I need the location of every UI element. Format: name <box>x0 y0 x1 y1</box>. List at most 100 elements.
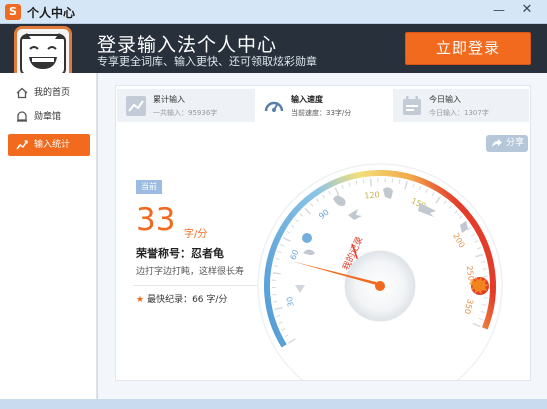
login-banner: 登录输入法个人中心 专享更全词库、输入更快、还可领取炫彩勋章 立即登录 <box>0 24 547 84</box>
home-icon <box>16 87 28 99</box>
gauge-tick-label: 250 <box>465 265 476 281</box>
gauge-tick <box>467 227 472 231</box>
close-button[interactable]: ✕ <box>513 0 541 21</box>
gauge-tick-label: 200 <box>451 232 466 250</box>
gauge-tick <box>341 184 344 189</box>
gauge-tick <box>273 301 278 303</box>
gauge-tick <box>404 181 408 190</box>
gauge-tick-label: 60 <box>289 249 301 262</box>
gauge-tick <box>283 237 291 243</box>
stat-detail: 当前速度：33字/分 <box>291 109 352 117</box>
sidebar-item-input-stats[interactable]: 输入统计 <box>8 134 90 156</box>
speed-value: 33 <box>136 202 176 238</box>
shark-icon <box>418 203 436 217</box>
speedometer-icon <box>264 101 284 112</box>
gauge-tick-label: 120 <box>364 190 380 200</box>
gauge-tick <box>362 179 365 184</box>
trend-chart-icon <box>126 96 146 116</box>
gauge-tick-label: 30 <box>285 296 296 308</box>
sidebar-item-label: 我的首页 <box>34 88 71 98</box>
bubble-icon <box>302 233 312 243</box>
gauge-tick <box>277 250 282 254</box>
star-icon: ★ <box>136 295 145 305</box>
gauge-tick <box>284 334 289 338</box>
gauge-tick <box>273 265 278 267</box>
minimize-button[interactable]: — <box>485 0 513 21</box>
gauge-tick <box>328 190 331 195</box>
sidebar-item-home[interactable]: 我的首页 <box>8 82 90 104</box>
sidebar-item-label: 勋章馆 <box>34 112 62 122</box>
tab-total-input[interactable]: 累计输入 一共输入：95936字 <box>117 89 255 122</box>
gauge-tick <box>348 182 351 187</box>
gauge-tick <box>474 240 479 243</box>
gauge-tick <box>419 185 422 190</box>
gauge-tick <box>299 213 304 217</box>
honor-description: 边打字边打盹，这样很长寿 <box>136 267 245 277</box>
honor-title: 荣誉称号：忍者龟 <box>136 247 224 260</box>
window-title: 个人中心 <box>27 6 76 20</box>
horse-icon <box>383 187 393 199</box>
gauge-tick <box>448 205 453 209</box>
gauge-tick <box>481 261 486 263</box>
gauge-tick <box>272 272 281 275</box>
bottom-strip <box>0 399 547 409</box>
gauge-tick <box>278 321 283 324</box>
gauge-tick <box>478 317 483 321</box>
gauge-tick <box>431 192 435 197</box>
stat-detail: 今日输入：1307字 <box>429 109 489 117</box>
gauge-tick <box>369 178 373 187</box>
gauge-tick <box>482 304 487 306</box>
sidebar: 我的首页 勋章馆 输入统计 <box>0 73 97 409</box>
turtle-icon <box>303 249 315 255</box>
stat-detail: 一共输入：95936字 <box>153 109 218 117</box>
snail-icon <box>295 285 305 293</box>
gauge-tick <box>276 314 281 317</box>
gauge-tick <box>398 179 401 184</box>
gauge-tick-label: 90 <box>317 208 331 221</box>
stat-title: 输入速度 <box>291 95 323 104</box>
speed-unit: 字/分 <box>184 229 208 240</box>
chart-icon <box>16 140 28 150</box>
gauge-tick <box>290 224 295 228</box>
speedometer-gauge: 306090120150200250350 我的记录 <box>257 163 503 380</box>
sidebar-item-label: 输入统计 <box>34 140 71 150</box>
gauge-tick <box>480 311 485 313</box>
gauge-tick <box>482 268 487 270</box>
sidebar-item-medals[interactable]: 勋章馆 <box>8 106 90 128</box>
gauge-tick <box>274 306 283 311</box>
gauge-tick <box>454 210 458 214</box>
rabbit-icon <box>333 195 346 207</box>
stats-tabs: 累计输入 一共输入：95936字 输入速度 当前速度：33字/分 今日输入 今日… <box>116 86 530 126</box>
record-text: 最快纪录：66 字/分 <box>147 295 228 305</box>
gauge-tick <box>275 257 280 260</box>
tab-today-input[interactable]: 今日输入 今日输入：1307字 <box>393 89 529 122</box>
calendar-icon <box>403 96 421 115</box>
speed-gauge: 30 60 90 120 150 200 250 350 我的记录 <box>255 143 530 380</box>
banner-subtitle: 专享更全词库、输入更快、还可领取炫彩勋章 <box>97 55 317 68</box>
gauge-tick <box>288 338 296 344</box>
tab-input-speed[interactable]: 输入速度 当前速度：33字/分 <box>255 89 393 122</box>
needle-pivot <box>375 281 385 291</box>
stat-title: 今日输入 <box>429 95 461 104</box>
login-button[interactable]: 立即登录 <box>405 32 531 65</box>
gauge-tick <box>286 230 291 234</box>
gauge-tick <box>412 183 415 188</box>
gauge-tick <box>470 233 475 237</box>
bird-icon <box>348 209 362 220</box>
gauge-tick <box>425 188 429 193</box>
gauge-tick-label: 350 <box>463 298 475 315</box>
sogou-logo-icon: S <box>5 4 21 20</box>
gauge-tick <box>310 203 314 207</box>
gauge-tick <box>458 215 463 219</box>
fastest-record: ★ 最快纪录：66 字/分 <box>136 292 227 305</box>
gauge-tick <box>355 180 358 185</box>
medal-icon <box>17 111 27 122</box>
divider <box>133 285 257 286</box>
gauge-tick <box>334 187 340 196</box>
gauge-tick <box>321 194 325 199</box>
gauge-tick <box>472 322 481 328</box>
gauge-tick <box>443 200 447 205</box>
rocket-icon <box>460 221 468 233</box>
gauge-tick <box>280 244 285 247</box>
stat-title: 累计输入 <box>153 95 185 104</box>
